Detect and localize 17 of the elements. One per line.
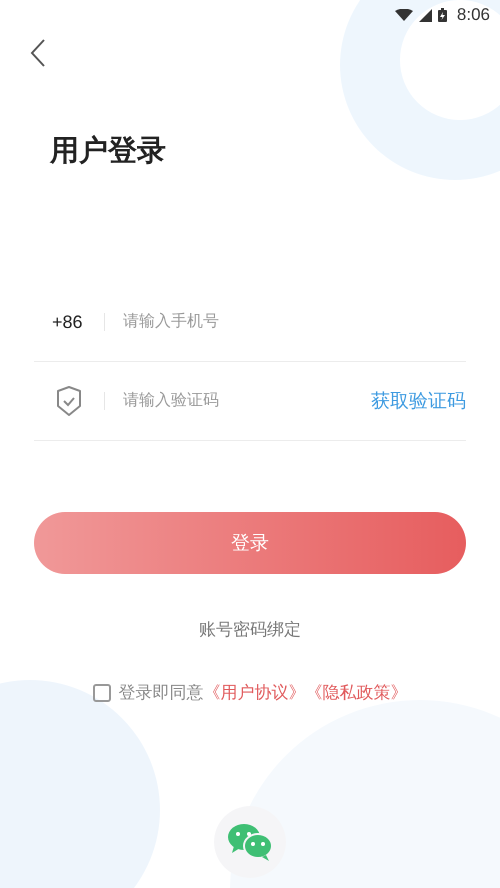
page-title: 用户登录 — [50, 132, 166, 169]
back-icon[interactable] — [30, 39, 46, 67]
wechat-icon — [226, 822, 274, 862]
policy-link[interactable]: 《隐私政策》 — [306, 681, 408, 704]
login-button[interactable]: 登录 — [34, 512, 466, 574]
agreement-text: 登录即同意 — [118, 682, 204, 704]
phone-input-field[interactable]: 请输入手机号 — [121, 312, 466, 332]
status-time: 8:06 — [456, 5, 490, 25]
country-code[interactable]: +86 — [52, 312, 88, 332]
agreement-checkbox[interactable] — [92, 684, 110, 702]
shield-check-icon — [56, 386, 82, 416]
code-input-field[interactable]: 请输入验证码 — [121, 391, 371, 411]
wifi-icon — [394, 9, 413, 21]
signal-icon — [418, 8, 432, 22]
account-bind-link[interactable]: 账号密码绑定 — [199, 618, 301, 641]
get-code-link[interactable]: 获取验证码 — [371, 388, 466, 414]
policy-link[interactable]: 《用户协议》 — [204, 681, 306, 704]
